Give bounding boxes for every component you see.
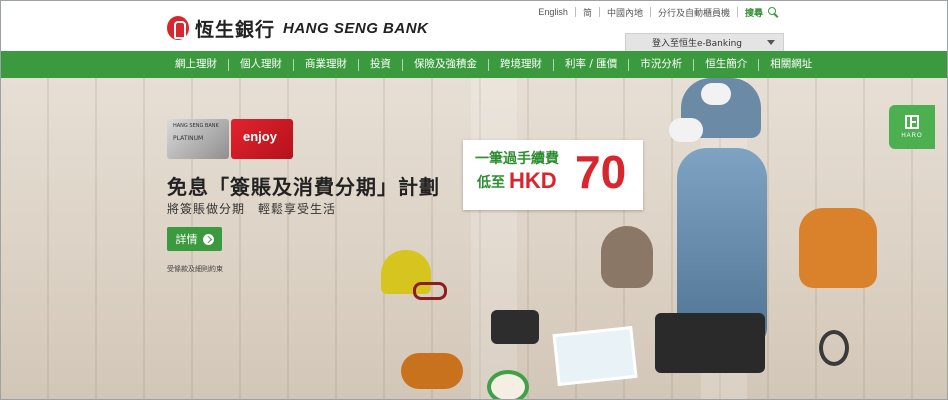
laptop-illustration [655, 313, 765, 373]
divider [574, 7, 576, 17]
top-utility-links: English 简 中國內地 分行及自動櫃員機 搜尋 [538, 5, 779, 19]
backpack-illustration [799, 208, 877, 288]
search-icon[interactable] [767, 6, 779, 18]
wood-plank [471, 78, 517, 399]
browser-frame: 恆生銀行 HANG SENG BANK English 简 中國內地 分行及自動… [0, 0, 948, 400]
sneaker-illustration [669, 118, 703, 142]
card-bank-name: HANG SENG BANK [173, 123, 219, 129]
hang-seng-logo[interactable]: 恆生銀行 HANG SENG BANK [167, 13, 428, 43]
camera-illustration [491, 310, 539, 344]
nav-item-online-banking[interactable]: 網上理財 [164, 51, 228, 78]
nav-item-rates[interactable]: 利率 / 匯價 [554, 51, 628, 78]
divider [649, 7, 651, 17]
details-button-label: 詳情 [175, 233, 198, 246]
nav-item-about[interactable]: 恒生簡介 [694, 51, 758, 78]
search-link[interactable]: 搜尋 [745, 6, 763, 19]
header: 恆生銀行 HANG SENG BANK English 简 中國內地 分行及自動… [1, 1, 947, 52]
fee-amount: 70 [575, 146, 627, 198]
nav-item-cross-border[interactable]: 跨境理財 [489, 51, 553, 78]
fee-currency: HKD [509, 168, 557, 193]
fee-label: 一筆過手續費 [475, 151, 559, 167]
fee-prefix: 低至 [477, 175, 505, 191]
credit-card-enjoy: enjoy [231, 119, 293, 159]
logo-chinese-name: 恆生銀行 [195, 18, 276, 41]
hero-banner[interactable]: HANG SENG BANK PLATINUM enjoy 免息「簽賬及消費分期… [1, 78, 947, 399]
divider [736, 7, 738, 17]
nav-item-personal-banking[interactable]: 個人理財 [229, 51, 293, 78]
headphones-illustration [819, 330, 849, 366]
credit-card-platinum: HANG SENG BANK PLATINUM [167, 119, 229, 159]
details-button[interactable]: 詳情 [167, 227, 222, 251]
coffee-cup-illustration [487, 370, 529, 399]
nav-item-related-links[interactable]: 相關網址 [759, 51, 823, 78]
logo-english-name: HANG SENG BANK [283, 19, 429, 37]
shoes-illustration [401, 353, 463, 389]
nav-item-investment[interactable]: 投資 [359, 51, 402, 78]
chevron-down-icon [767, 40, 775, 45]
cat-illustration [601, 226, 653, 288]
hang-seng-emblem-icon [167, 16, 189, 40]
haro-label: HARO [901, 133, 923, 139]
photos-illustration [552, 325, 638, 387]
promo-headline: 免息「簽賬及消費分期」計劃 [167, 175, 440, 199]
link-mainland-china[interactable]: 中國內地 [607, 6, 643, 19]
nav-item-business-banking[interactable]: 商業理財 [294, 51, 358, 78]
haro-assistant-button[interactable]: HARO [889, 105, 935, 149]
haro-logo-icon [905, 115, 919, 129]
nav-item-insurance-mpf[interactable]: 保險及強積金 [403, 51, 488, 78]
divider [598, 7, 600, 17]
link-english[interactable]: English [538, 7, 568, 17]
card-tier: PLATINUM [173, 135, 204, 142]
terms-link[interactable]: 受條款及細則約束 [167, 264, 223, 274]
promo-subline: 將簽賬做分期 輕鬆享受生活 [167, 202, 337, 216]
login-label: 登入至恒生e-Banking [652, 39, 742, 49]
main-nav: 網上理財 個人理財 商業理財 投資 保險及強積金 跨境理財 利率 / 匯價 市況… [1, 51, 947, 78]
card-enjoy-label: enjoy [243, 129, 277, 144]
chevron-right-icon [202, 233, 214, 245]
link-simplified-chinese[interactable]: 简 [583, 6, 592, 19]
fee-promo-box: 一筆過手續費 低至 HKD 70 [463, 140, 643, 210]
sneaker-illustration [701, 83, 731, 105]
link-branches-atm[interactable]: 分行及自動櫃員機 [658, 6, 730, 19]
nav-item-market-analysis[interactable]: 市況分析 [629, 51, 693, 78]
ebanking-login-dropdown[interactable]: 登入至恒生e-Banking [625, 33, 784, 52]
glasses-illustration [413, 282, 447, 300]
